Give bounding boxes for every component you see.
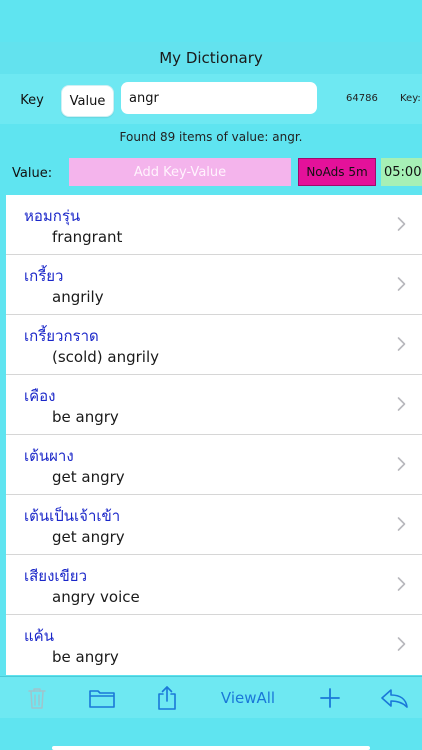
bottom-toolbar: ViewAll: [0, 676, 422, 719]
viewall-button[interactable]: ViewAll: [212, 677, 284, 719]
reply-button[interactable]: [376, 677, 412, 719]
status-bar: [0, 0, 422, 42]
chevron-right-icon: [397, 217, 406, 231]
trash-button[interactable]: [22, 677, 52, 719]
list-item[interactable]: เคือง be angry: [6, 375, 422, 435]
entry-list[interactable]: หอมกรุ่น frangrant เกรี้ยว angrily เกรี้…: [6, 195, 422, 675]
chevron-right-icon: [397, 577, 406, 591]
entry-value: frangrant: [52, 228, 123, 246]
segment-value[interactable]: Value: [61, 85, 114, 117]
list-item[interactable]: เต้นเป็นเจ้าเข้า get angry: [6, 495, 422, 555]
list-item[interactable]: เสียงเขียว angry voice: [6, 555, 422, 615]
entry-value: get angry: [52, 468, 125, 486]
nav-bar: My Dictionary: [0, 42, 422, 75]
entry-value: angrily: [52, 288, 104, 306]
chevron-right-icon: [397, 637, 406, 651]
entry-key: แค้น: [24, 627, 54, 645]
list-item[interactable]: เกรี้ยวกราด (scold) angrily: [6, 315, 422, 375]
list-item[interactable]: แค้น be angry: [6, 615, 422, 675]
found-result-text: Found 89 items of value: angr.: [119, 130, 303, 144]
entry-value: (scold) angrily: [52, 348, 159, 366]
plus-icon: [320, 688, 340, 708]
folder-icon: [89, 690, 115, 708]
add-button[interactable]: [316, 677, 344, 719]
entry-value: angry voice: [52, 588, 140, 606]
noads-button[interactable]: NoAds 5m: [298, 158, 376, 186]
entry-value: get angry: [52, 528, 125, 546]
chevron-right-icon: [397, 457, 406, 471]
share-button[interactable]: [152, 677, 182, 719]
entry-key: เกรี้ยวกราด: [24, 327, 99, 345]
entry-key: เสียงเขียว: [24, 567, 87, 585]
trash-icon: [28, 688, 46, 709]
chevron-right-icon: [397, 277, 406, 291]
folder-button[interactable]: [86, 677, 118, 719]
chevron-right-icon: [397, 397, 406, 411]
entry-key: เต้นเป็นเจ้าเข้า: [24, 507, 121, 525]
search-input[interactable]: [121, 82, 317, 114]
list-item[interactable]: เกรี้ยว angrily: [6, 255, 422, 315]
segment-key[interactable]: Key: [8, 85, 56, 115]
reply-icon: [381, 689, 408, 708]
entry-key: เคือง: [24, 387, 56, 405]
entry-value: be angry: [52, 408, 119, 426]
entry-key: หอมกรุ่น: [24, 207, 81, 225]
entry-value: be angry: [52, 648, 119, 666]
list-item[interactable]: เต้นผาง get angry: [6, 435, 422, 495]
timer-label: 05:00: [381, 158, 422, 186]
home-indicator: [52, 746, 370, 750]
entry-key: เต้นผาง: [24, 447, 74, 465]
entry-key: เกรี้ยว: [24, 267, 64, 285]
chevron-right-icon: [397, 517, 406, 531]
page-title: My Dictionary: [159, 49, 263, 67]
chevron-right-icon: [397, 337, 406, 351]
value-label: Value:: [12, 166, 53, 181]
entry-count: 64786: [346, 93, 378, 104]
list-item[interactable]: หอมกรุ่น frangrant: [6, 195, 422, 255]
add-key-value-input[interactable]: [69, 158, 291, 186]
share-icon: [158, 686, 176, 710]
key-label-truncated: Key:: [400, 93, 421, 104]
